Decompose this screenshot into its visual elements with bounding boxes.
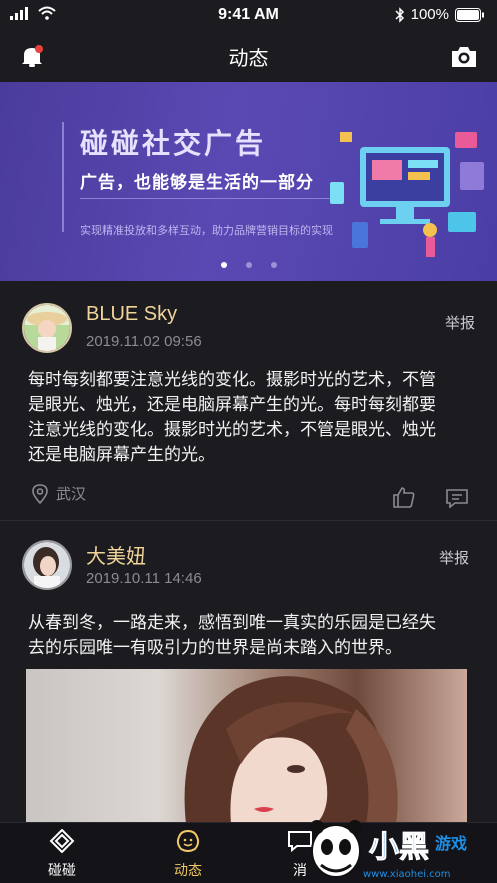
- pengpeng-icon: [49, 828, 75, 854]
- woman-portrait-icon: [184, 676, 398, 824]
- post-time: 2019.11.02 09:56: [86, 333, 202, 350]
- post-location: 武汉: [32, 483, 86, 504]
- report-button[interactable]: 举报: [439, 547, 469, 568]
- tab-moments[interactable]: 动态: [148, 829, 228, 880]
- location-label: 武汉: [56, 485, 87, 503]
- tab-label: 碰碰: [48, 863, 76, 879]
- svg-text:小黑: 小黑: [369, 830, 429, 865]
- post-text-line: 注意光线的变化。摄影时光的艺术，不管是眼光、烛光: [28, 420, 436, 440]
- watermark-logo: 小黑 游戏 www.xiaohei.com: [310, 820, 467, 880]
- svg-text:www.xiaohei.com: www.xiaohei.com: [363, 869, 451, 880]
- header-bar: 动态: [0, 32, 497, 80]
- svg-text:游戏: 游戏: [435, 834, 467, 853]
- banner-illustration-icon: [330, 132, 484, 257]
- feed-post: 大美妞 2019.10.11 14:46 举报 从春到冬，一路走来，感悟到唯一真…: [0, 522, 497, 824]
- post-text-line: 还是电脑屏幕产生的光。: [28, 445, 215, 465]
- banner-pager: [0, 262, 497, 268]
- post-text-line: 去的乐园唯一有吸引力的世界是尚未踏入的世界。: [28, 638, 402, 658]
- status-bar: 9:41 AM 100%: [0, 0, 497, 32]
- avatar-photo-icon: [24, 542, 70, 588]
- post-text-line: 是眼光、烛光，还是电脑屏幕产生的光。每时每刻都要: [28, 395, 436, 415]
- post-text: 从春到冬，一路走来，感悟到唯一真实的乐园是已经失 去的乐园唯一有吸引力的世界是尚…: [28, 611, 478, 661]
- banner-subtitle: 广告，也能够是生活的一部分: [80, 173, 314, 193]
- pager-dot[interactable]: [220, 262, 227, 268]
- tab-label: 动态: [174, 863, 202, 879]
- page-title: 动态: [228, 46, 269, 70]
- banner-title: 碰碰社交广告: [80, 127, 267, 160]
- feed-post: BLUE Sky 2019.11.02 09:56 举报 每时每刻都要注意光线的…: [0, 281, 497, 521]
- comment-icon[interactable]: [446, 488, 468, 508]
- username[interactable]: BLUE Sky: [86, 303, 177, 326]
- report-button[interactable]: 举报: [445, 312, 475, 333]
- bluetooth-icon: [395, 6, 404, 23]
- pager-dot[interactable]: [245, 262, 252, 268]
- post-text: 每时每刻都要注意光线的变化。摄影时光的艺术，不管 是眼光、烛光，还是电脑屏幕产生…: [28, 368, 478, 468]
- post-text-line: 每时每刻都要注意光线的变化。摄影时光的艺术，不管: [28, 370, 436, 390]
- avatar[interactable]: [22, 540, 72, 590]
- status-right: 100%: [395, 6, 485, 23]
- post-photo[interactable]: [26, 669, 467, 824]
- post-text-line: 从春到冬，一路走来，感悟到唯一真实的乐园是已经失: [28, 613, 436, 633]
- banner-accent-bar: [62, 122, 64, 232]
- username[interactable]: 大美妞: [86, 540, 146, 569]
- avatar[interactable]: [22, 303, 72, 353]
- moments-icon: [176, 829, 200, 852]
- battery-percent: 100%: [410, 6, 449, 23]
- banner-caption: 实现精准投放和多样互动，助力品牌营销目标的实现: [80, 224, 333, 237]
- banner-divider: [80, 198, 340, 199]
- post-time: 2019.10.11 14:46: [86, 570, 202, 587]
- avatar-photo-icon: [24, 305, 70, 351]
- location-pin-icon: [32, 483, 48, 504]
- battery-icon: [455, 7, 484, 22]
- ad-banner[interactable]: 碰碰社交广告 广告，也能够是生活的一部分 实现精准投放和多样互动，助力品牌营销目…: [0, 82, 497, 281]
- tab-pengpeng[interactable]: 碰碰: [22, 828, 102, 880]
- camera-icon[interactable]: [449, 44, 479, 70]
- like-icon[interactable]: [392, 486, 416, 508]
- pager-dot[interactable]: [270, 262, 277, 268]
